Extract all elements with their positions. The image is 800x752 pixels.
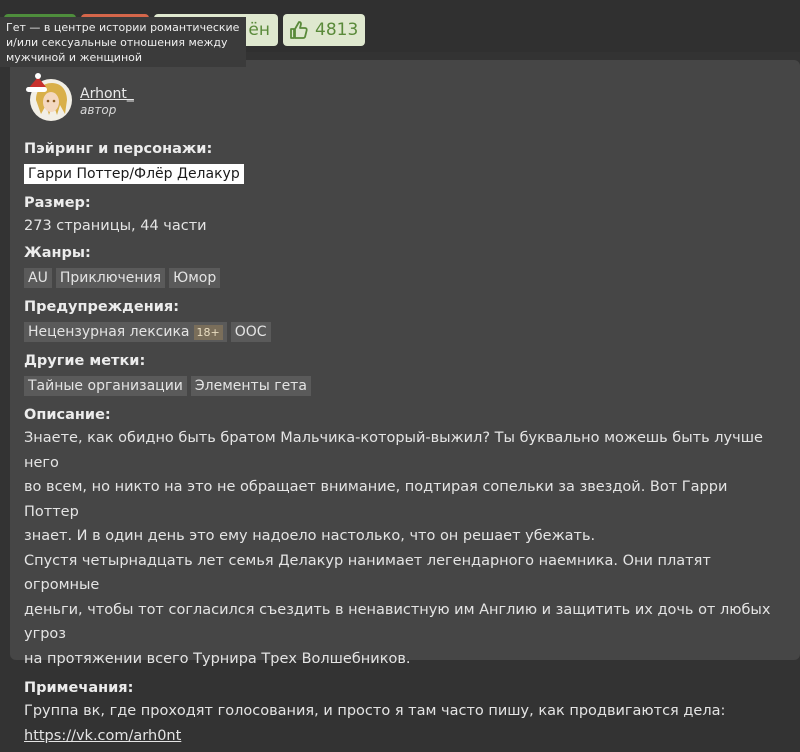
- description-line: на протяжении всего Турнира Трех Волшебн…: [24, 650, 411, 667]
- genres-section: Жанры: AU Приключения Юмор: [24, 242, 784, 292]
- description-line: Спустя четырнадцать лет семья Делакур на…: [24, 552, 711, 594]
- warning-tag[interactable]: Нецензурная лексика 18+: [24, 322, 227, 342]
- size-label: Размер:: [24, 195, 91, 211]
- warnings-section: Предупреждения: Нецензурная лексика 18+ O…: [24, 296, 784, 346]
- notes-section: Примечания: Группа вк, где проходят голо…: [24, 677, 784, 748]
- other-tag[interactable]: Элементы гета: [190, 376, 311, 396]
- description-line: Знаете, как обидно быть братом Мальчика-…: [24, 430, 763, 471]
- description-section: Описание: Знаете, как обидно быть братом…: [24, 404, 784, 671]
- warnings-label: Предупреждения:: [24, 299, 180, 315]
- description-line: во всем, но никто на это не обращает вни…: [24, 479, 728, 520]
- genre-tag[interactable]: Юмор: [169, 268, 221, 288]
- avatar[interactable]: [24, 72, 74, 124]
- likes-count: 4813: [315, 20, 359, 40]
- notes-link[interactable]: https://vk.com/arh0nt: [24, 728, 181, 744]
- genre-tag[interactable]: Приключения: [55, 268, 166, 288]
- other-tags-label: Другие метки:: [24, 353, 146, 369]
- size-value: 273 страницы, 44 части: [24, 218, 207, 234]
- warning-tag[interactable]: OOC: [230, 322, 271, 342]
- genre-tag[interactable]: AU: [24, 268, 52, 288]
- notes-label: Примечания:: [24, 680, 134, 696]
- fanfic-details: Пэйринг и персонажи: Гарри Поттер/Флёр Д…: [24, 138, 784, 752]
- warning-tag-label: Нецензурная лексика: [28, 324, 190, 340]
- pairing-section: Пэйринг и персонажи: Гарри Поттер/Флёр Д…: [24, 138, 784, 188]
- other-tag[interactable]: Тайные организации: [24, 376, 187, 396]
- age-badge: 18+: [193, 325, 223, 340]
- notes-text: Группа вк, где проходят голосования, и п…: [24, 703, 726, 719]
- author-name-link[interactable]: Arhont_: [80, 86, 134, 102]
- author-role: автор: [80, 103, 117, 117]
- thumbs-up-icon: [290, 21, 308, 39]
- pairing-label: Пэйринг и персонажи:: [24, 141, 213, 157]
- size-section: Размер: 273 страницы, 44 части: [24, 192, 784, 238]
- pairing-tag[interactable]: Гарри Поттер/Флёр Делакур: [24, 164, 244, 184]
- likes-button[interactable]: 4813: [283, 14, 365, 46]
- description-text: Знаете, как обидно быть братом Мальчика-…: [24, 426, 784, 671]
- genres-label: Жанры:: [24, 245, 91, 261]
- other-tags-section: Другие метки: Тайные организации Элемент…: [24, 350, 784, 400]
- description-line: знает. И в один день это ему надоело нас…: [24, 528, 596, 544]
- description-label: Описание:: [24, 407, 111, 423]
- author-block: Arhont_ автор: [24, 72, 324, 128]
- description-line: деньги, чтобы тот согласился съездить в …: [24, 601, 771, 643]
- direction-tooltip: Гет — в центре истории романтические и/и…: [0, 17, 246, 67]
- status-text: ён: [248, 20, 270, 40]
